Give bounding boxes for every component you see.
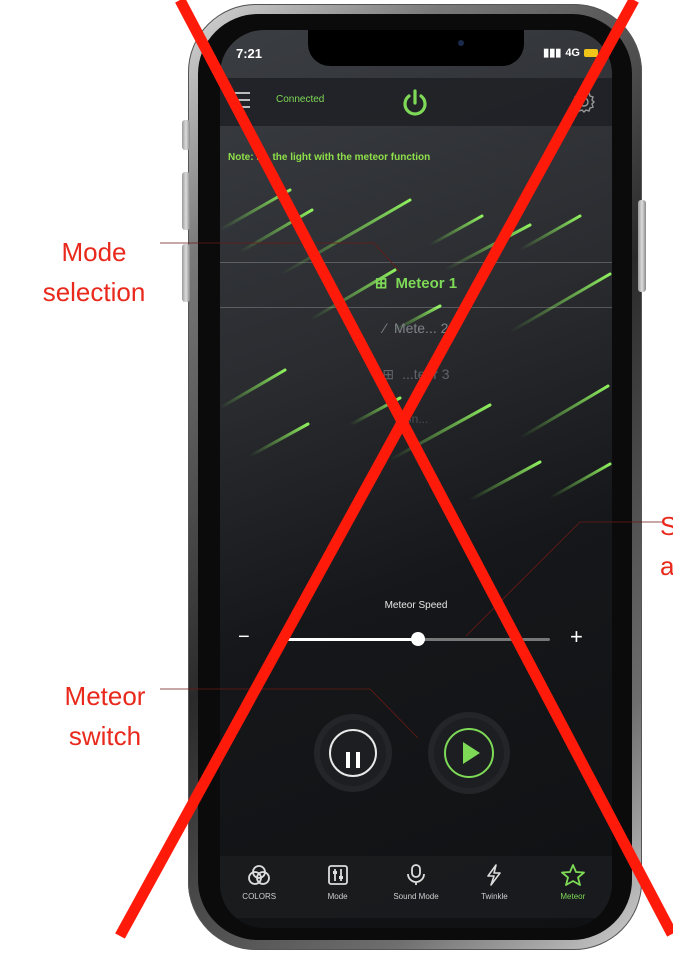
front-camera	[458, 40, 464, 46]
note-text: Note: F... the light with the meteor fun…	[228, 152, 431, 163]
battery-icon	[584, 48, 598, 57]
grid-icon: ⊞	[374, 275, 388, 292]
tab-colors[interactable]: COLORS	[220, 856, 298, 918]
menu-icon[interactable]	[232, 92, 250, 108]
tab-bar: COLORS Mode Sound Mode Twinkle Meteor	[220, 856, 612, 918]
top-bar: Connected	[220, 78, 612, 126]
mode-item-4[interactable]: Sn...	[220, 412, 612, 426]
tab-twinkle[interactable]: Twinkle	[455, 856, 533, 918]
tab-meteor[interactable]: Meteor	[534, 856, 612, 918]
play-icon	[444, 728, 494, 778]
speed-slider[interactable]	[280, 632, 550, 646]
pause-button[interactable]	[320, 720, 386, 786]
star-icon	[560, 864, 585, 886]
speed-label: Meteor Speed	[384, 600, 448, 611]
connection-status: Connected	[276, 94, 325, 105]
speed-slider-thumb[interactable]	[410, 632, 425, 646]
side-button	[638, 200, 646, 292]
status-icons: ▮▮▮ 4G	[543, 46, 598, 59]
lightning-icon	[487, 864, 502, 886]
mode-item-meteor-1[interactable]: ⊞ Meteor 1	[220, 274, 612, 292]
slash-icon: ⁄	[383, 320, 386, 336]
tab-label: Sound Mode	[393, 892, 439, 901]
app-screen: 7:21 ▮▮▮ 4G Connected Note: F... the lig…	[220, 30, 612, 928]
tab-sound-mode[interactable]: Sound Mode	[377, 856, 455, 918]
notch	[308, 30, 524, 66]
mode-item-meteor-3[interactable]: ⊞ ...teor 3	[220, 366, 612, 383]
tab-label: COLORS	[242, 892, 277, 901]
mode-icon	[327, 865, 348, 885]
meteor-streaks	[220, 188, 612, 502]
speed-slider-fill	[280, 638, 418, 641]
power-icon[interactable]	[400, 88, 430, 118]
volume-down-button	[182, 244, 190, 302]
grid-icon: ⊞	[382, 366, 395, 382]
annotation-mode-selection: Mode selection	[42, 237, 146, 307]
mode-item-meteor-2[interactable]: ⁄ Mete... 2	[220, 320, 612, 336]
tab-label: Twinkle	[481, 892, 508, 901]
colors-icon	[248, 865, 271, 885]
microphone-icon	[407, 864, 425, 885]
status-time: 7:21	[236, 46, 263, 61]
annotation-speed-cut: S a	[660, 511, 673, 581]
annotation-meteor-switch: Meteor switch	[64, 681, 146, 751]
tab-mode[interactable]: Mode	[298, 856, 376, 918]
mute-switch	[182, 120, 190, 150]
tab-label: Mode	[327, 892, 348, 901]
network-label: 4G	[565, 46, 580, 59]
speed-increase-button[interactable]: +	[570, 624, 583, 650]
tab-label: Meteor	[560, 892, 586, 901]
pause-icon	[329, 729, 377, 777]
volume-up-button	[182, 172, 190, 230]
signal-icon: ▮▮▮	[543, 47, 562, 59]
play-button[interactable]	[434, 718, 504, 788]
speed-decrease-button[interactable]: −	[238, 626, 250, 649]
gear-icon[interactable]	[572, 90, 596, 114]
